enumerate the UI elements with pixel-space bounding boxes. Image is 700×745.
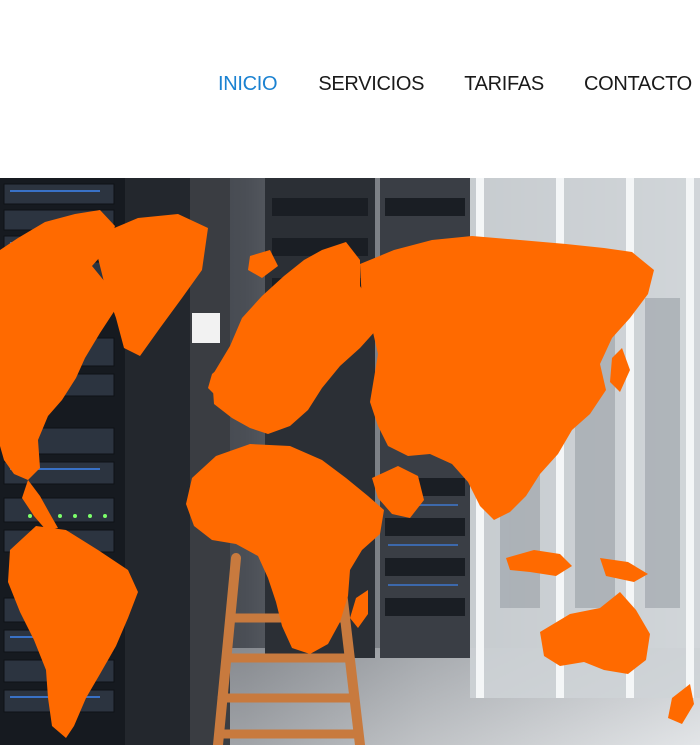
- nav-link-servicios[interactable]: SERVICIOS: [318, 72, 424, 96]
- hero-image: [0, 178, 700, 745]
- hero-illustration: [0, 178, 700, 745]
- main-nav: INICIO SERVICIOS TARIFAS CONTACTO: [218, 72, 692, 96]
- nav-link-inicio[interactable]: INICIO: [218, 72, 278, 96]
- nav-link-tarifas[interactable]: TARIFAS: [464, 72, 544, 96]
- nav-link-contacto[interactable]: CONTACTO: [584, 72, 692, 96]
- page: INICIO SERVICIOS TARIFAS CONTACTO: [0, 0, 700, 745]
- site-header: INICIO SERVICIOS TARIFAS CONTACTO: [0, 0, 700, 178]
- rack-label: [192, 313, 220, 343]
